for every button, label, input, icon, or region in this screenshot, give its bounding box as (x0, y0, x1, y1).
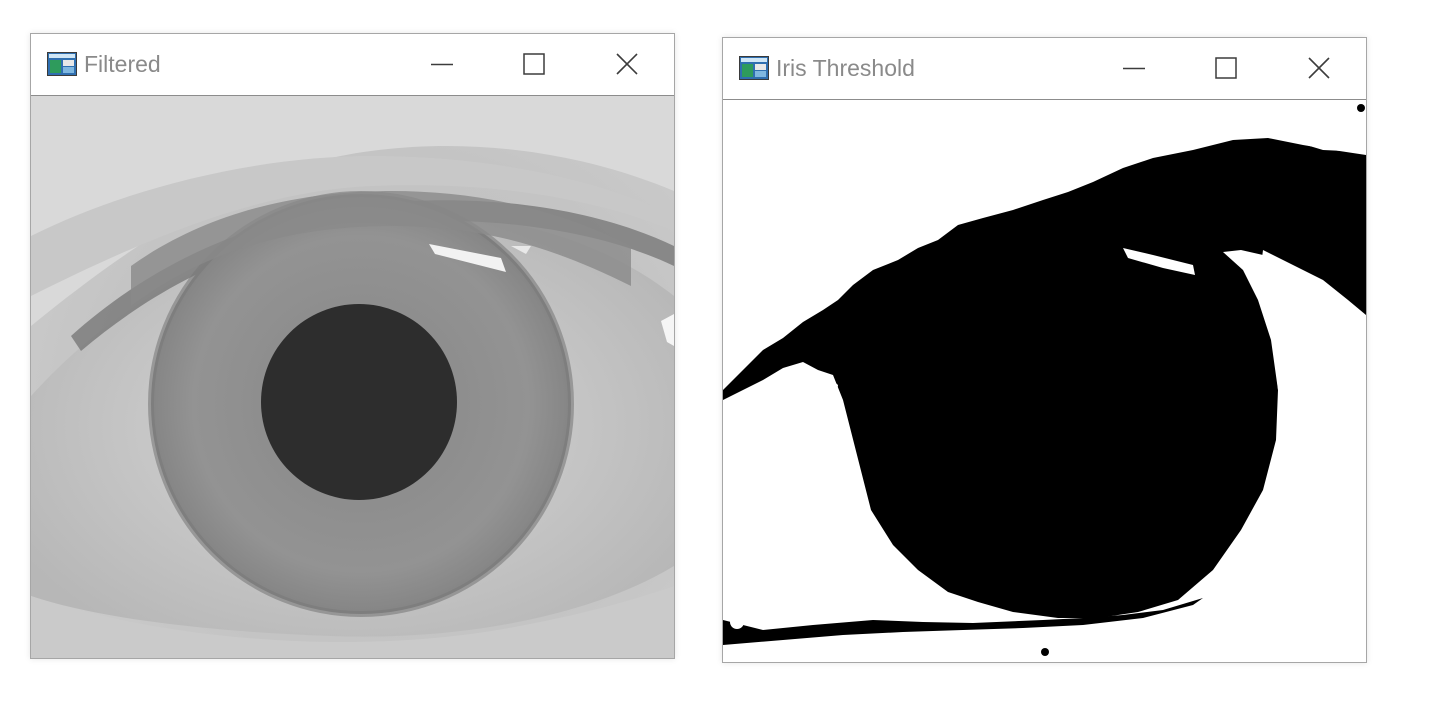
window-title: Iris Threshold (776, 55, 915, 81)
iris-threshold-window[interactable]: Iris Threshold (722, 37, 1367, 663)
minimize-button[interactable] (419, 44, 465, 84)
maximize-button[interactable] (511, 44, 557, 84)
minimize-icon (1123, 67, 1145, 70)
window-title: Filtered (84, 51, 161, 77)
threshold-image (723, 100, 1366, 662)
title-bar[interactable]: Filtered (31, 34, 674, 96)
app-window-icon[interactable] (47, 52, 77, 76)
minimize-button[interactable] (1111, 48, 1157, 88)
close-button[interactable] (604, 44, 650, 84)
maximize-icon (1215, 57, 1237, 79)
close-button[interactable] (1296, 48, 1342, 88)
close-icon (1308, 57, 1330, 79)
close-icon (616, 53, 638, 75)
title-bar[interactable]: Iris Threshold (723, 38, 1366, 100)
maximize-button[interactable] (1203, 48, 1249, 88)
maximize-icon (523, 53, 545, 75)
filtered-window[interactable]: Filtered (30, 33, 675, 659)
filtered-image (31, 96, 674, 658)
minimize-icon (431, 63, 453, 66)
app-window-icon[interactable] (739, 56, 769, 80)
